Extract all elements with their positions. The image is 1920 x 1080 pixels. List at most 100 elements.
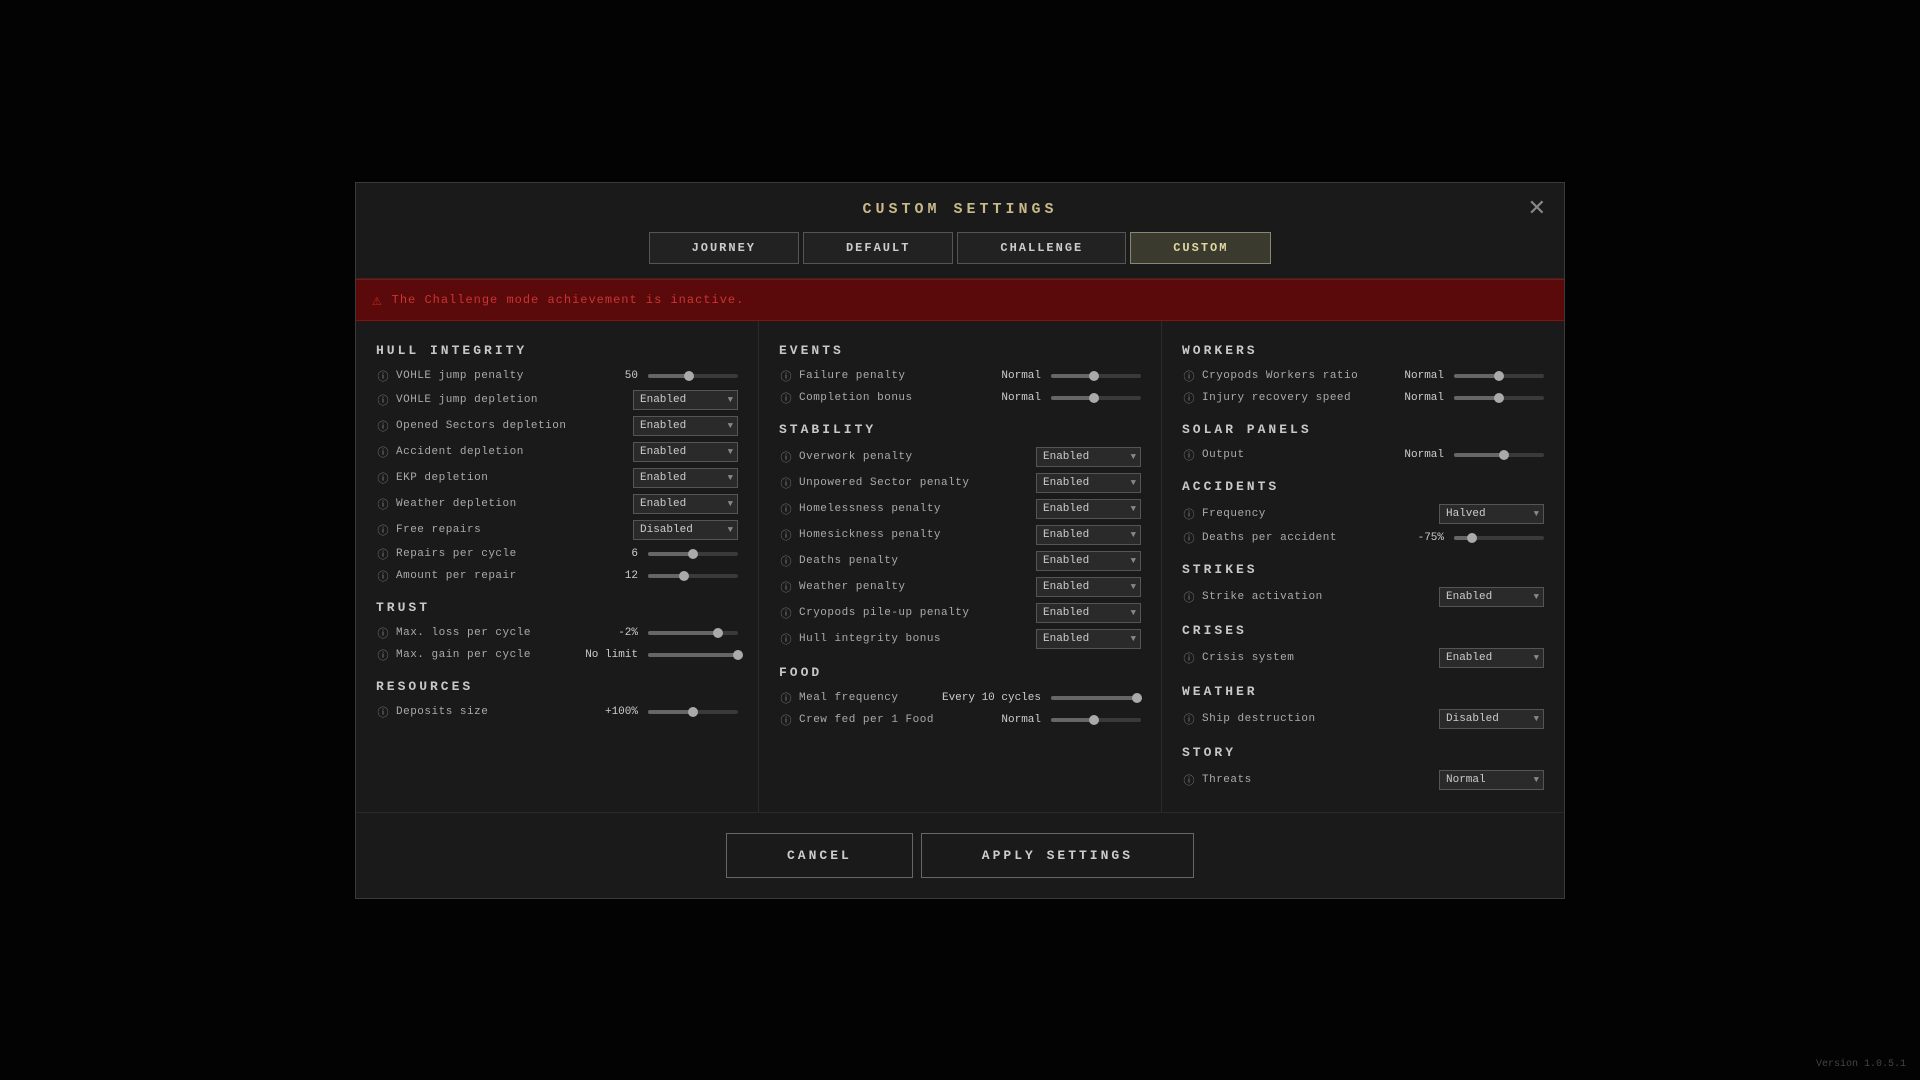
value: 6	[631, 548, 638, 560]
info-icon[interactable]: ⓘ	[1182, 589, 1196, 605]
slider[interactable]	[1454, 453, 1544, 457]
slider[interactable]	[1051, 396, 1141, 400]
info-icon[interactable]: ⓘ	[1182, 390, 1196, 406]
label: Weather penalty	[799, 581, 1030, 593]
dropdown-value[interactable]: Enabled	[1036, 473, 1141, 493]
dropdown-wrap: Disabled ▼	[633, 520, 738, 540]
value: Normal	[1001, 392, 1041, 404]
dropdown-value[interactable]: Enabled	[1036, 447, 1141, 467]
slider[interactable]	[648, 631, 738, 635]
label: Deposits size	[396, 706, 599, 718]
info-icon[interactable]: ⓘ	[376, 625, 390, 641]
info-icon[interactable]: ⓘ	[779, 390, 793, 406]
dropdown-value[interactable]: Enabled	[633, 390, 738, 410]
label: Crew fed per 1 Food	[799, 714, 995, 726]
info-icon[interactable]: ⓘ	[1182, 447, 1196, 463]
value: Normal	[1404, 392, 1444, 404]
info-icon[interactable]: ⓘ	[779, 631, 793, 647]
section-workers-title: WORKERS	[1182, 343, 1544, 358]
slider[interactable]	[648, 653, 738, 657]
info-icon[interactable]: ⓘ	[779, 501, 793, 517]
dropdown-value[interactable]: Halved	[1439, 504, 1544, 524]
dropdown-value[interactable]: Normal	[1439, 770, 1544, 790]
cancel-button[interactable]: CANCEL	[726, 833, 913, 878]
label: EKP depletion	[396, 472, 627, 484]
slider[interactable]	[1454, 396, 1544, 400]
info-icon[interactable]: ⓘ	[1182, 650, 1196, 666]
value: 50	[625, 370, 638, 382]
slider[interactable]	[1051, 718, 1141, 722]
label: Injury recovery speed	[1202, 392, 1398, 404]
tab-challenge[interactable]: CHALLENGE	[957, 232, 1126, 264]
dropdown-wrap: Enabled ▼	[1036, 603, 1141, 623]
warning-text: The Challenge mode achievement is inacti…	[392, 293, 745, 307]
dropdown-value[interactable]: Enabled	[1439, 587, 1544, 607]
setting-weather-penalty: ⓘ Weather penalty Enabled ▼	[779, 577, 1141, 597]
modal-body: HULL INTEGRITY ⓘ VOHLE jump penalty 50 ⓘ…	[356, 321, 1564, 812]
info-icon[interactable]: ⓘ	[376, 470, 390, 486]
setting-homesickness-penalty: ⓘ Homesickness penalty Enabled ▼	[779, 525, 1141, 545]
dropdown-value[interactable]: Enabled	[633, 494, 738, 514]
info-icon[interactable]: ⓘ	[1182, 506, 1196, 522]
dropdown-value[interactable]: Disabled	[1439, 709, 1544, 729]
dropdown-value[interactable]: Enabled	[633, 416, 738, 436]
label: Deaths per accident	[1202, 532, 1412, 544]
slider[interactable]	[648, 552, 738, 556]
dropdown-value[interactable]: Enabled	[1036, 551, 1141, 571]
info-icon[interactable]: ⓘ	[376, 647, 390, 663]
dropdown-value[interactable]: Enabled	[633, 468, 738, 488]
slider[interactable]	[1454, 536, 1544, 540]
section-food-title: FOOD	[779, 665, 1141, 680]
dropdown-value[interactable]: Enabled	[1036, 499, 1141, 519]
slider[interactable]	[648, 710, 738, 714]
dropdown-value[interactable]: Enabled	[1036, 629, 1141, 649]
info-icon[interactable]: ⓘ	[376, 392, 390, 408]
info-icon[interactable]: ⓘ	[779, 449, 793, 465]
info-icon[interactable]: ⓘ	[779, 712, 793, 728]
apply-settings-button[interactable]: APPLY SETTINGS	[921, 833, 1194, 878]
info-icon[interactable]: ⓘ	[779, 553, 793, 569]
dropdown-wrap: Disabled ▼	[1439, 709, 1544, 729]
slider[interactable]	[648, 374, 738, 378]
info-icon[interactable]: ⓘ	[376, 568, 390, 584]
info-icon[interactable]: ⓘ	[1182, 772, 1196, 788]
info-icon[interactable]: ⓘ	[779, 527, 793, 543]
info-icon[interactable]: ⓘ	[376, 496, 390, 512]
close-button[interactable]: ✕	[1528, 197, 1546, 219]
info-icon[interactable]: ⓘ	[779, 475, 793, 491]
label: Cryopods Workers ratio	[1202, 370, 1398, 382]
tab-custom[interactable]: CUSTOM	[1130, 232, 1271, 264]
setting-completion-bonus: ⓘ Completion bonus Normal	[779, 390, 1141, 406]
info-icon[interactable]: ⓘ	[376, 704, 390, 720]
dropdown-value[interactable]: Disabled	[633, 520, 738, 540]
info-icon[interactable]: ⓘ	[376, 418, 390, 434]
info-icon[interactable]: ⓘ	[779, 579, 793, 595]
info-icon[interactable]: ⓘ	[1182, 368, 1196, 384]
info-icon[interactable]: ⓘ	[779, 690, 793, 706]
info-icon[interactable]: ⓘ	[1182, 530, 1196, 546]
info-icon[interactable]: ⓘ	[376, 368, 390, 384]
label: Max. gain per cycle	[396, 649, 579, 661]
label: Deaths penalty	[799, 555, 1030, 567]
info-icon[interactable]: ⓘ	[779, 368, 793, 384]
dropdown-value[interactable]: Enabled	[1036, 577, 1141, 597]
dropdown-value[interactable]: Enabled	[1036, 525, 1141, 545]
info-icon[interactable]: ⓘ	[1182, 711, 1196, 727]
dropdown-value[interactable]: Enabled	[633, 442, 738, 462]
dropdown-value[interactable]: Enabled	[1036, 603, 1141, 623]
info-icon[interactable]: ⓘ	[376, 546, 390, 562]
setting-accident-depletion: ⓘ Accident depletion Enabled ▼	[376, 442, 738, 462]
slider[interactable]	[1051, 374, 1141, 378]
modal-header: CUSTOM SETTINGS ✕ JOURNEY DEFAULT CHALLE…	[356, 183, 1564, 279]
label: Overwork penalty	[799, 451, 1030, 463]
info-icon[interactable]: ⓘ	[376, 522, 390, 538]
info-icon[interactable]: ⓘ	[376, 444, 390, 460]
slider[interactable]	[648, 574, 738, 578]
info-icon[interactable]: ⓘ	[779, 605, 793, 621]
tab-journey[interactable]: JOURNEY	[649, 232, 799, 264]
label: Unpowered Sector penalty	[799, 477, 1030, 489]
dropdown-value[interactable]: Enabled	[1439, 648, 1544, 668]
slider[interactable]	[1051, 696, 1141, 700]
slider[interactable]	[1454, 374, 1544, 378]
tab-default[interactable]: DEFAULT	[803, 232, 953, 264]
